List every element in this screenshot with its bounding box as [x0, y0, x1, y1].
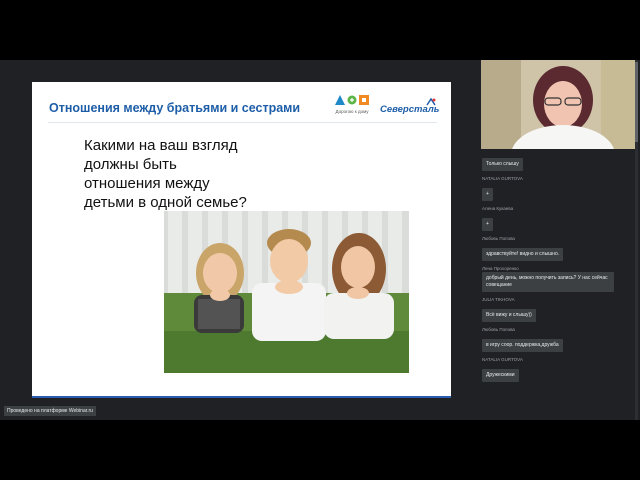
- chat-message-text: Дружескими: [482, 369, 519, 382]
- chat-message: NATALIA GURTOVA Дружескими: [481, 357, 633, 382]
- platform-badge[interactable]: Проведено на платформе Webinar.ru: [4, 406, 96, 416]
- chat-message-text: Только слышу: [482, 158, 523, 171]
- presentation-slide: Отношения между братьями и сестрами Доро…: [32, 82, 451, 398]
- chat-message-text: Всё вижу и слышу)): [482, 309, 536, 322]
- chat-author: Любовь Попова: [482, 236, 515, 241]
- severstal-logo: Северсталь: [380, 98, 440, 116]
- chat-panel: Только слышу NATALIA GURTOVA + Алена Кук…: [481, 152, 633, 420]
- chat-message: Алена Кукаева +: [481, 206, 633, 231]
- chat-message-text: в игру соор. поддержка,дружба: [482, 339, 563, 352]
- chat-author: NATALIA GURTOVA: [482, 176, 523, 181]
- title-divider: [48, 122, 437, 123]
- scrollbar-thumb[interactable]: [635, 62, 638, 142]
- chat-author: JULIA TIKHOVA: [482, 297, 515, 302]
- chat-scrollbar[interactable]: [635, 60, 638, 420]
- chat-message-text: добрый день, можно получить запись? У на…: [482, 272, 614, 292]
- road-to-home-logo: Дорогою к дому: [330, 94, 374, 118]
- chat-message-text: здравствуйте! видно и слышно.: [482, 248, 564, 261]
- chat-message: Только слышу: [481, 152, 633, 171]
- chat-message-text: +: [482, 188, 493, 201]
- chat-author: Любовь Попова: [482, 327, 515, 332]
- slide-title: Отношения между братьями и сестрами: [49, 101, 301, 115]
- chat-message: Любовь Попова в игру соор. поддержка,дру…: [481, 327, 633, 352]
- road-logo-caption: Дорогою к дому: [335, 109, 369, 114]
- chat-message: NATALIA GURTOVA +: [481, 176, 633, 201]
- chat-message: Лена Прохоренко добрый день, можно получ…: [481, 266, 633, 292]
- presenter-webcam: [481, 60, 636, 149]
- severstal-mark-icon: [426, 98, 436, 106]
- chat-message: JULIA TIKHOVA Всё вижу и слышу)): [481, 297, 633, 322]
- chat-author: NATALIA GURTOVA: [482, 357, 523, 362]
- webinar-stage: Отношения между братьями и сестрами Доро…: [0, 60, 640, 420]
- chat-message: Любовь Попова здравствуйте! видно и слыш…: [481, 236, 633, 261]
- chat-message-text: +: [482, 218, 493, 231]
- chat-author: Алена Кукаева: [482, 206, 514, 211]
- children-photo: [164, 211, 409, 373]
- slide-question: Какими на ваш взгляд должны быть отношен…: [84, 137, 247, 211]
